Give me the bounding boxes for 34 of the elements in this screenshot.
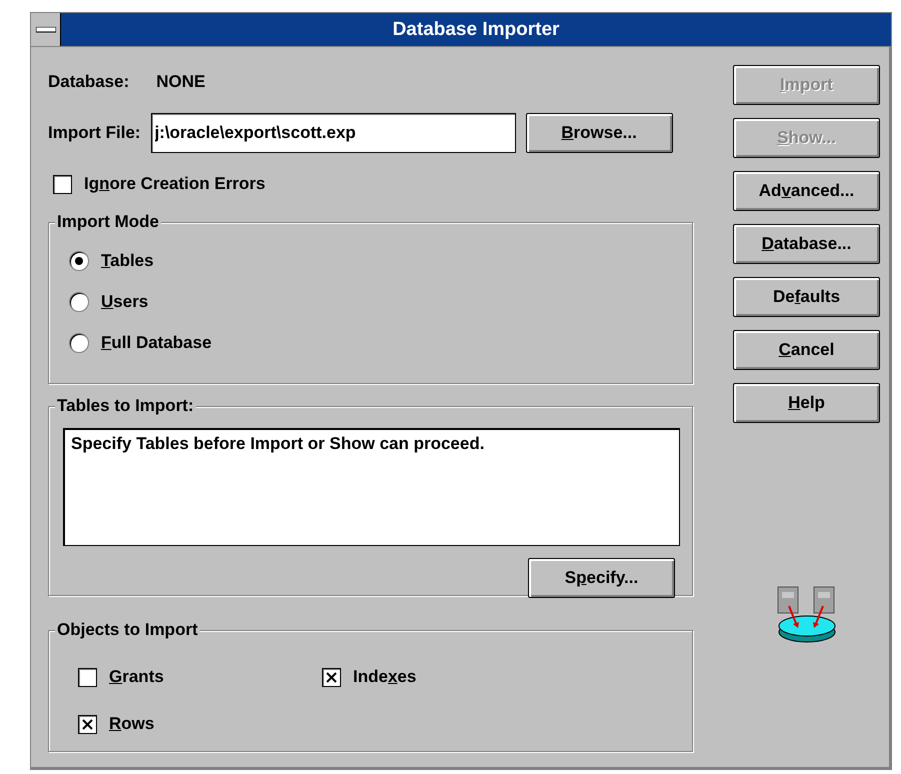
input-field[interactable]: j:\oracle\export\scott.exp: [150, 113, 516, 153]
x-mark-icon: [326, 672, 337, 682]
checkbox[interactable]: [78, 714, 97, 734]
dialog-button[interactable]: Help: [733, 383, 880, 423]
checkbox-label[interactable]: Indexes: [353, 667, 416, 687]
radio-button[interactable]: [69, 251, 89, 271]
browse-button[interactable]: Browse...: [526, 113, 673, 153]
radio-label[interactable]: Users: [101, 292, 148, 312]
dialog-button[interactable]: Database...: [733, 224, 880, 264]
radio-label[interactable]: Tables: [101, 251, 154, 271]
dialog-button[interactable]: Cancel: [733, 330, 880, 370]
checkbox-label[interactable]: Ignore Creation Errors: [84, 174, 266, 194]
checkbox-label[interactable]: Rows: [109, 714, 154, 734]
window-title: Database Importer: [61, 13, 891, 46]
system-menu-icon[interactable]: [36, 26, 56, 32]
radio-button[interactable]: [69, 292, 89, 312]
checkbox-label[interactable]: Grants: [109, 667, 164, 687]
checkbox[interactable]: [53, 174, 72, 194]
tables-list[interactable]: Specify Tables before Import or Show can proceed.: [63, 428, 680, 546]
dialog-button[interactable]: Defaults: [733, 277, 880, 317]
group-title: Objects to Import: [55, 620, 200, 640]
specify-button[interactable]: Specify...: [528, 558, 675, 598]
radio-button[interactable]: [69, 333, 89, 353]
checkbox[interactable]: [322, 668, 341, 686]
database-icon: [776, 586, 836, 644]
x-mark-icon: [82, 718, 93, 730]
field-label: Database:: [48, 72, 130, 92]
radio-label[interactable]: Full Database: [101, 333, 212, 353]
field-label: Import File:: [48, 123, 141, 143]
group-title: Import Mode: [55, 212, 161, 232]
dialog-button[interactable]: Advanced...: [733, 171, 880, 211]
database-value: NONE: [156, 72, 206, 92]
checkbox[interactable]: [78, 668, 97, 686]
group-title: Tables to Import:: [55, 396, 196, 416]
